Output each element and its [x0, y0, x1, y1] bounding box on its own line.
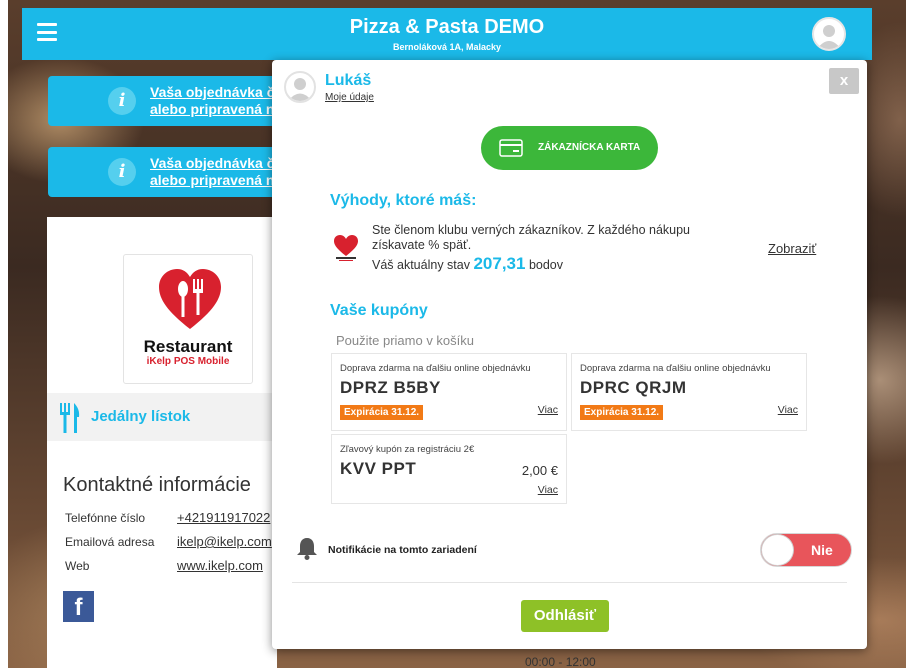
loyalty-state-prefix: Váš aktuálny stav: [372, 258, 470, 272]
coupon-expiry-badge: Expirácia 31.12.: [580, 405, 664, 420]
order-info-banner[interactable]: i Vaša objednávka č alebo pripravená n: [48, 147, 298, 197]
heart-logo-icon: [159, 269, 221, 329]
notification-toggle[interactable]: Nie: [760, 533, 852, 567]
top-header: Pizza & Pasta DEMO Bernoláková 1A, Malac…: [22, 8, 872, 60]
info-icon: i: [108, 158, 136, 186]
user-profile-modal: Lukáš Moje údaje x ZÁKAZNÍCKA KARTA Výho…: [272, 60, 867, 649]
coupon-more-link[interactable]: Viac: [538, 484, 558, 496]
facebook-icon[interactable]: f: [63, 591, 94, 622]
restaurant-title: Pizza & Pasta DEMO: [349, 16, 545, 38]
logo-subtitle: iKelp POS Mobile: [146, 356, 230, 367]
info-icon: i: [108, 87, 136, 115]
window-edge-right: [906, 0, 920, 668]
order-info-banner[interactable]: i Vaša objednávka č alebo pripravená n: [48, 76, 298, 126]
coupon-description: Zľavový kupón za registráciu 2€: [340, 444, 475, 455]
loyalty-state-suffix: bodov: [528, 258, 563, 272]
coupon-description: Doprava zdarma na ďalšiu online objednáv…: [580, 363, 771, 374]
contact-label-email: Emailová adresa: [65, 535, 155, 549]
user-avatar-icon: [284, 71, 316, 103]
benefits-title: Výhody, ktoré máš:: [330, 192, 477, 209]
menu-link[interactable]: Jedálny lístok: [47, 393, 277, 441]
menu-label: Jedálny lístok: [91, 408, 191, 425]
coupons-title: Vaše kupóny: [330, 302, 428, 319]
coupon-card: Doprava zdarma na ďalšiu online objednáv…: [331, 353, 567, 431]
restaurant-logo: Restaurant iKelp POS Mobile: [123, 254, 253, 384]
coupons-hint: Použite priamo v košíku: [336, 333, 475, 348]
logo-title: Restaurant: [143, 337, 233, 356]
loyalty-points: 207,31: [473, 254, 526, 273]
coupon-more-link[interactable]: Viac: [778, 404, 798, 416]
coupon-more-link[interactable]: Viac: [538, 404, 558, 416]
coupon-price: 2,00 €: [521, 463, 558, 478]
user-avatar-icon[interactable]: [812, 17, 846, 51]
notification-toggle-label: Nie: [811, 542, 833, 558]
contact-label-web: Web: [65, 559, 90, 573]
coupon-card: Zľavový kupón za registráciu 2€ KVV PPT …: [331, 434, 567, 504]
window-edge-left: [0, 0, 8, 668]
restaurant-address: Bernoláková 1A, Malacky: [392, 42, 502, 52]
contact-title: Kontaktné informácie: [63, 474, 251, 496]
my-data-link[interactable]: Moje údaje: [325, 92, 374, 103]
coupon-code: KVV PPT: [340, 459, 417, 478]
restaurant-info-panel: Restaurant iKelp POS Mobile Jedálny líst…: [47, 217, 277, 668]
coupon-card: Doprava zdarma na ďalšiu online objednáv…: [571, 353, 807, 431]
show-loyalty-link[interactable]: Zobraziť: [768, 241, 816, 256]
customer-card-button[interactable]: ZÁKAZNÍCKA KARTA: [481, 126, 658, 170]
contact-label-phone: Telefónne číslo: [65, 511, 146, 525]
logout-button[interactable]: Odhlásiť: [521, 600, 609, 632]
coupon-description: Doprava zdarma na ďalšiu online objednáv…: [340, 363, 531, 374]
coupon-expiry-badge: Expirácia 31.12.: [340, 405, 424, 420]
contact-phone-link[interactable]: +421911917022: [177, 510, 270, 525]
customer-card-label: ZÁKAZNÍCKA KARTA: [538, 142, 641, 153]
close-button[interactable]: x: [829, 68, 859, 94]
coupon-code: DPRC QRJM: [580, 378, 687, 397]
bell-icon: [297, 538, 317, 560]
cutlery-icon: [60, 403, 80, 433]
coupon-code: DPRZ B5BY: [340, 378, 441, 397]
contact-email-link[interactable]: ikelp@ikelp.com: [177, 534, 272, 549]
notification-label: Notifikácie na tomto zariadení: [328, 544, 477, 556]
loyalty-description: Ste členom klubu verných zákazníkov. Z k…: [372, 223, 690, 252]
loyalty-state: Váš aktuálny stav 207,31 bodov: [372, 254, 563, 274]
loyalty-logo-icon: [334, 235, 358, 261]
toggle-knob: [761, 534, 794, 566]
divider: [292, 582, 847, 583]
card-icon: [499, 139, 523, 157]
opening-hours: 00:00 - 12:00: [525, 655, 596, 668]
contact-web-link[interactable]: www.ikelp.com: [177, 558, 263, 573]
user-name: Lukáš: [325, 72, 372, 89]
